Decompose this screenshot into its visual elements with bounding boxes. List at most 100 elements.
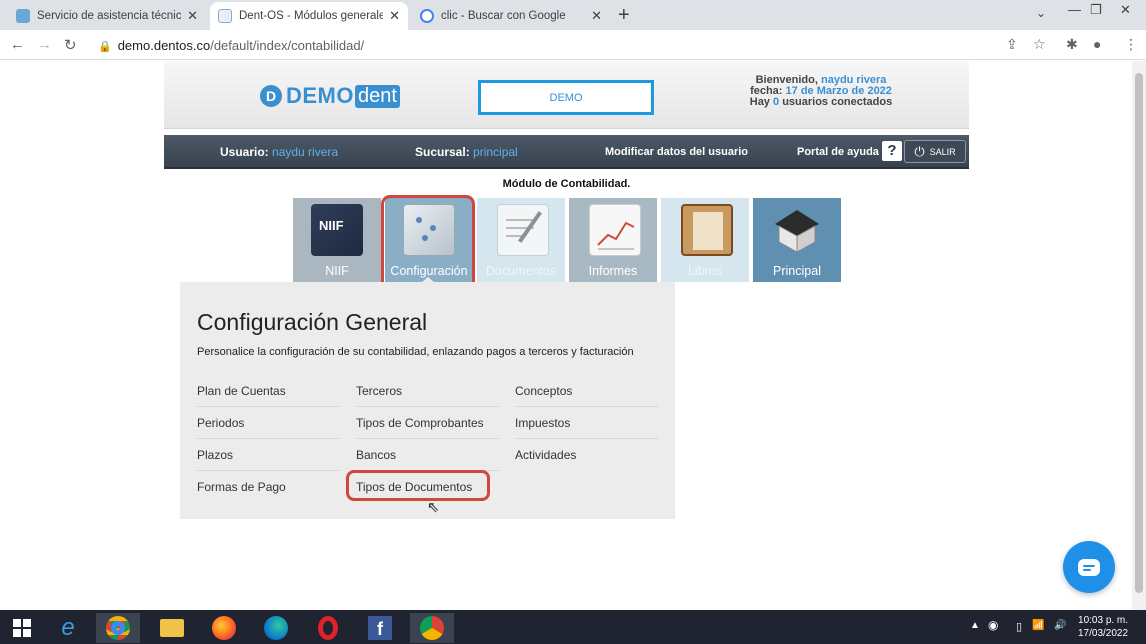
logo-text-demo: DEMO xyxy=(286,83,354,108)
close-tab-icon[interactable]: ✕ xyxy=(389,8,400,24)
bookmark-star-icon[interactable]: ☆ xyxy=(1033,36,1046,53)
help-question-icon[interactable]: ? xyxy=(882,141,902,161)
browser-tab-support[interactable]: Servicio de asistencia técnica : Sy ✕ xyxy=(8,2,206,30)
link-formas-de-pago[interactable]: Formas de Pago xyxy=(197,471,340,503)
modify-user-link[interactable]: Modificar datos del usuario xyxy=(605,146,748,158)
google-favicon-icon xyxy=(420,9,434,23)
opera-icon[interactable] xyxy=(306,613,350,643)
battery-icon[interactable]: ▯ xyxy=(1016,620,1022,633)
extensions-puzzle-icon[interactable]: ✱ xyxy=(1066,36,1078,53)
profile-avatar-icon[interactable]: ● xyxy=(1093,36,1101,52)
back-arrow-icon[interactable]: ← xyxy=(10,36,25,53)
tile-label: Informes xyxy=(588,264,638,278)
link-periodos[interactable]: Periodos xyxy=(197,407,340,439)
ledger-book-icon xyxy=(681,204,733,256)
module-tiles: NIIF NIIF Configuración Documentos Infor… xyxy=(293,198,845,282)
share-icon[interactable]: ⇪ xyxy=(1006,36,1018,53)
user-navbar: Usuario: naydu rivera Sucursal: principa… xyxy=(164,135,969,169)
facebook-icon[interactable]: f xyxy=(358,613,402,643)
chrome-icon[interactable] xyxy=(96,613,140,643)
tile-principal[interactable]: Principal xyxy=(753,198,841,282)
taskbar-clock[interactable]: 10:03 p. m. 17/03/2022 xyxy=(1078,614,1128,640)
navbar-user: Usuario: naydu rivera xyxy=(220,145,338,159)
module-title: Módulo de Contabilidad. xyxy=(502,178,631,190)
tile-label: Libros xyxy=(687,264,723,278)
welcome-info: Bienvenido, naydu rivera fecha: 17 de Ma… xyxy=(704,75,938,108)
windows-taskbar: e f ▲ ◉ ▯ 📶 🔊 10:03 p. m. 17/03/2022 xyxy=(0,610,1146,644)
chat-bubble-icon xyxy=(1078,558,1100,576)
internet-explorer-icon[interactable]: e xyxy=(46,613,90,643)
niif-book-icon: NIIF xyxy=(311,204,363,256)
mouse-pointer-icon: ⇖ xyxy=(427,499,440,516)
forward-arrow-icon[interactable]: → xyxy=(37,36,52,53)
link-tipos-de-comprobantes[interactable]: Tipos de Comprobantes xyxy=(356,407,499,439)
window-close-icon[interactable]: ✕ xyxy=(1120,2,1131,18)
support-favicon-icon xyxy=(16,9,30,23)
browser-tab-dentos[interactable]: Dent-OS - Módulos generales ✕ xyxy=(210,2,408,30)
tile-niif[interactable]: NIIF NIIF xyxy=(293,198,381,282)
branch-label: Sucursal: xyxy=(415,145,470,159)
home-icon xyxy=(771,204,823,256)
document-pen-icon xyxy=(497,204,549,256)
logo-mark-icon: D xyxy=(260,85,282,107)
link-impuestos[interactable]: Impuestos xyxy=(515,407,658,439)
browser-tab-google[interactable]: clic - Buscar con Google ✕ xyxy=(412,2,610,30)
new-tab-icon[interactable]: + xyxy=(618,4,630,27)
demo-banner: DEMO xyxy=(478,80,654,115)
page-scrollbar[interactable] xyxy=(1132,61,1146,610)
tile-libros[interactable]: Libros xyxy=(661,198,749,282)
reload-icon[interactable]: ↻ xyxy=(64,36,77,54)
close-tab-icon[interactable]: ✕ xyxy=(591,8,602,24)
branch-value[interactable]: principal xyxy=(473,145,518,159)
link-plazos[interactable]: Plazos xyxy=(197,439,340,471)
users-prefix: Hay xyxy=(749,96,770,108)
panel-title: Configuración General xyxy=(197,309,428,335)
scrollbar-thumb[interactable] xyxy=(1135,73,1143,593)
tile-documentos[interactable]: Documentos xyxy=(477,198,565,282)
logout-label: SALIR xyxy=(929,146,956,157)
tray-status-icon[interactable]: ◉ xyxy=(988,618,998,632)
firefox-icon[interactable] xyxy=(202,613,246,643)
link-actividades[interactable]: Actividades xyxy=(515,439,658,471)
file-explorer-icon[interactable] xyxy=(150,613,194,643)
tab-title: Servicio de asistencia técnica : Sy xyxy=(37,10,182,22)
network-icon[interactable]: 📶 xyxy=(1032,620,1044,631)
panel-description: Personalice la configuración de su conta… xyxy=(197,346,634,358)
edge-icon[interactable] xyxy=(254,613,298,643)
dentos-logo[interactable]: D DEMO dent xyxy=(260,83,400,109)
tab-title: Dent-OS - Módulos generales xyxy=(239,10,384,22)
page-content: D DEMO dent DEMO Bienvenido, naydu river… xyxy=(0,61,1146,610)
user-value[interactable]: naydu rivera xyxy=(272,145,338,159)
browser-tab-bar: Servicio de asistencia técnica : Sy ✕ De… xyxy=(0,0,1146,30)
logout-button[interactable]: ⏻ SALIR xyxy=(904,140,966,163)
lock-icon: 🔒 xyxy=(98,41,112,53)
dentos-favicon-icon xyxy=(218,9,232,23)
minimize-icon[interactable]: — xyxy=(1068,2,1081,17)
link-conceptos[interactable]: Conceptos xyxy=(515,375,658,407)
windows-start-icon[interactable] xyxy=(0,613,44,643)
tile-label: Principal xyxy=(773,264,821,278)
chat-launcher-button[interactable] xyxy=(1063,541,1115,593)
chrome-alt-icon[interactable] xyxy=(410,613,454,643)
report-chart-icon xyxy=(589,204,641,256)
tile-informes[interactable]: Informes xyxy=(569,198,657,282)
users-suffix: usuarios conectados xyxy=(782,96,893,108)
help-portal-link[interactable]: Portal de ayuda xyxy=(797,146,879,158)
clock-date: 17/03/2022 xyxy=(1078,628,1129,639)
url-field[interactable]: 🔒 demo.dentos.co/default/index/contabilid… xyxy=(98,38,364,53)
tab-search-chevron-icon[interactable]: ⌄ xyxy=(1036,6,1046,20)
tile-label: NIIF xyxy=(325,264,349,278)
site-header: D DEMO dent DEMO Bienvenido, naydu river… xyxy=(164,61,969,129)
close-tab-icon[interactable]: ✕ xyxy=(187,8,198,24)
link-plan-de-cuentas[interactable]: Plan de Cuentas xyxy=(197,375,340,407)
restore-icon[interactable]: ❐ xyxy=(1090,2,1102,18)
browser-address-bar: ← → ↻ 🔒 demo.dentos.co/default/index/cont… xyxy=(0,30,1146,60)
navbar-branch: Sucursal: principal xyxy=(415,145,518,159)
link-bancos[interactable]: Bancos xyxy=(356,439,499,471)
clock-time: 10:03 p. m. xyxy=(1078,615,1129,626)
tray-chevron-icon[interactable]: ▲ xyxy=(970,620,980,631)
tab-title: clic - Buscar con Google xyxy=(441,10,566,22)
browser-menu-icon[interactable]: ⋮ xyxy=(1124,36,1138,53)
link-terceros[interactable]: Terceros xyxy=(356,375,499,407)
volume-icon[interactable]: 🔊 xyxy=(1054,620,1066,631)
